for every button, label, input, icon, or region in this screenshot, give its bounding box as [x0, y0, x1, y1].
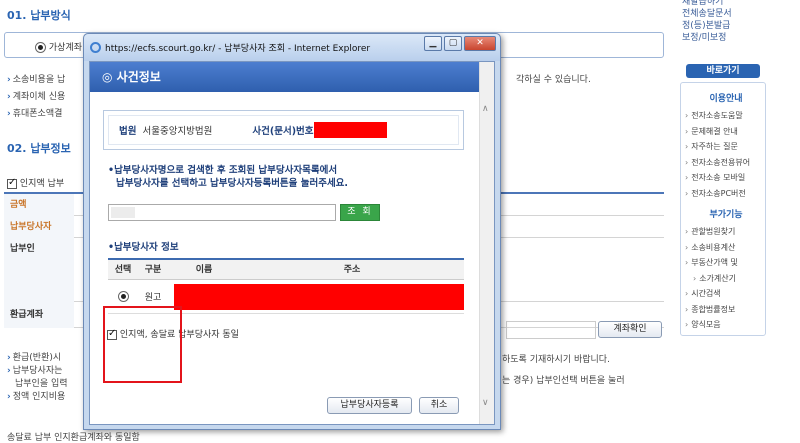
col-name: 이름	[195, 265, 213, 275]
maximize-button[interactable]: ▢	[444, 36, 462, 51]
popup-scrollbar[interactable]: ∧ ∨	[479, 62, 494, 424]
sidebar-link-all-docs[interactable]: 전체송달문서	[682, 8, 800, 20]
popup-window: https://ecfs.scourt.go.kr/ - 납부당사자 조회 - …	[83, 33, 501, 430]
account-check-button[interactable]: 계좌확인	[598, 321, 662, 338]
sidebar-item-property-cont[interactable]: 소가계산기	[681, 271, 765, 287]
party-search-input[interactable]	[108, 204, 336, 221]
sidebar-link-correction[interactable]: 보정/미보정	[682, 32, 800, 44]
col-select: 선택	[114, 265, 132, 275]
sidebar-item-time[interactable]: 시간검색	[681, 286, 765, 302]
ie-icon	[90, 42, 101, 53]
cancel-button[interactable]: 취소	[419, 397, 459, 414]
window-title: https://ecfs.scourt.go.kr/ - 납부당사자 조회 - …	[105, 44, 371, 54]
sidebar-item-property[interactable]: 부동산가액 및	[681, 255, 765, 271]
sidebar-item-help[interactable]: 전자소송도움말	[681, 108, 765, 124]
stamp-checkbox[interactable]: 인지액 납부	[7, 176, 64, 189]
case-info-header: ◎ 사건정보	[90, 62, 481, 92]
sidebar-link-copy-issue[interactable]: 정(등)본발급	[682, 20, 800, 32]
sidebar-item-court-find[interactable]: 관할법원찾기	[681, 224, 765, 240]
sidebar-item-cost-calc[interactable]: 소송비용계산	[681, 240, 765, 256]
sidebar-item-faq[interactable]: 자주하는 질문	[681, 139, 765, 155]
highlight-box	[103, 306, 182, 383]
instruction-text: •납부당사자명으로 검색한 후 조회된 납부당사자목록에서 납부당사자를 선택하…	[108, 165, 349, 189]
sidebar-item-law[interactable]: 종합법률정보	[681, 302, 765, 318]
info-line-right: 각하실 수 있습니다.	[516, 75, 591, 85]
right-sidebar: 재발급하기 전체송달문서 정(등)본발급 보정/미보정 바로가기 이용안내 전자…	[680, 0, 800, 336]
info-lines-bottom: › 환급(반환)시 › 납부당사자는 납부인을 입력 › 정액 인지비용	[7, 353, 68, 402]
info-line-bottom-right1: 하도록 기재하시기 바랍니다.	[502, 355, 610, 365]
close-button[interactable]: ✕	[464, 36, 496, 51]
col-type: 구분	[144, 265, 162, 275]
case-number-redacted	[313, 122, 387, 138]
goto-button[interactable]: 바로가기	[686, 64, 760, 78]
payer2-label: 납부인	[4, 238, 74, 302]
sidebar-item-troubleshoot[interactable]: 문제해결 안내	[681, 124, 765, 140]
info-lines-top: › 소송비용을 납 › 계좌이체 신용 › 휴대폰소액결	[7, 75, 66, 119]
extra-title: 부가기능	[709, 210, 743, 220]
party-type: 원고	[144, 293, 162, 303]
radio-virtual-account[interactable]: 가상계좌	[35, 40, 82, 53]
payer-label: 납부당사자	[4, 216, 74, 238]
section2-title: 02. 납부정보	[7, 142, 71, 155]
guide-title: 이용안내	[709, 94, 743, 104]
section1-title: 01. 납부방식	[7, 9, 71, 22]
refund-account-input[interactable]	[506, 321, 596, 339]
popup-content: ◎ 사건정보 법원 서울중앙지방법원 사건(문서)번호 •납부당사자명으로 검색…	[89, 61, 495, 425]
party-name-address-redacted	[174, 283, 464, 310]
circle-arrow-icon: ◎	[102, 70, 113, 84]
scroll-up-icon[interactable]: ∧	[482, 104, 489, 114]
info-line-bottom-right2: 는 경우) 납부인선택 버튼을 눌러	[502, 376, 625, 386]
court-label: 법원	[119, 126, 137, 137]
sidebar-link-reissue[interactable]: 재발급하기	[682, 0, 800, 8]
refund-label: 환급계좌	[4, 302, 74, 328]
minimize-button[interactable]: ▁	[424, 36, 442, 51]
search-button[interactable]: 조 회	[340, 204, 380, 221]
case-number-label: 사건(문서)번호	[252, 126, 314, 137]
sidebar-item-pc[interactable]: 전자소송PC버전	[681, 186, 765, 202]
case-info-box: 법원 서울중앙지방법원 사건(문서)번호	[103, 110, 464, 150]
amount-label: 금액	[4, 194, 74, 216]
col-address: 주소	[343, 265, 361, 275]
party-info-title: •납부당사자 정보	[108, 242, 179, 253]
scroll-down-icon[interactable]: ∨	[482, 398, 489, 408]
sidebar-item-mobile[interactable]: 전자소송 모바일	[681, 170, 765, 186]
register-party-button[interactable]: 납부당사자등록	[327, 397, 412, 414]
party-select-radio[interactable]	[117, 291, 129, 302]
court-value: 서울중앙지방법원	[142, 126, 213, 137]
sidebar-item-viewer[interactable]: 전자소송전용뷰어	[681, 155, 765, 171]
radio-icon	[35, 42, 46, 53]
bottom-cut-line: 송달료 납부 인지환급계좌와 동일함	[7, 433, 140, 443]
sidebar-item-forms[interactable]: 양식모음	[681, 317, 765, 333]
